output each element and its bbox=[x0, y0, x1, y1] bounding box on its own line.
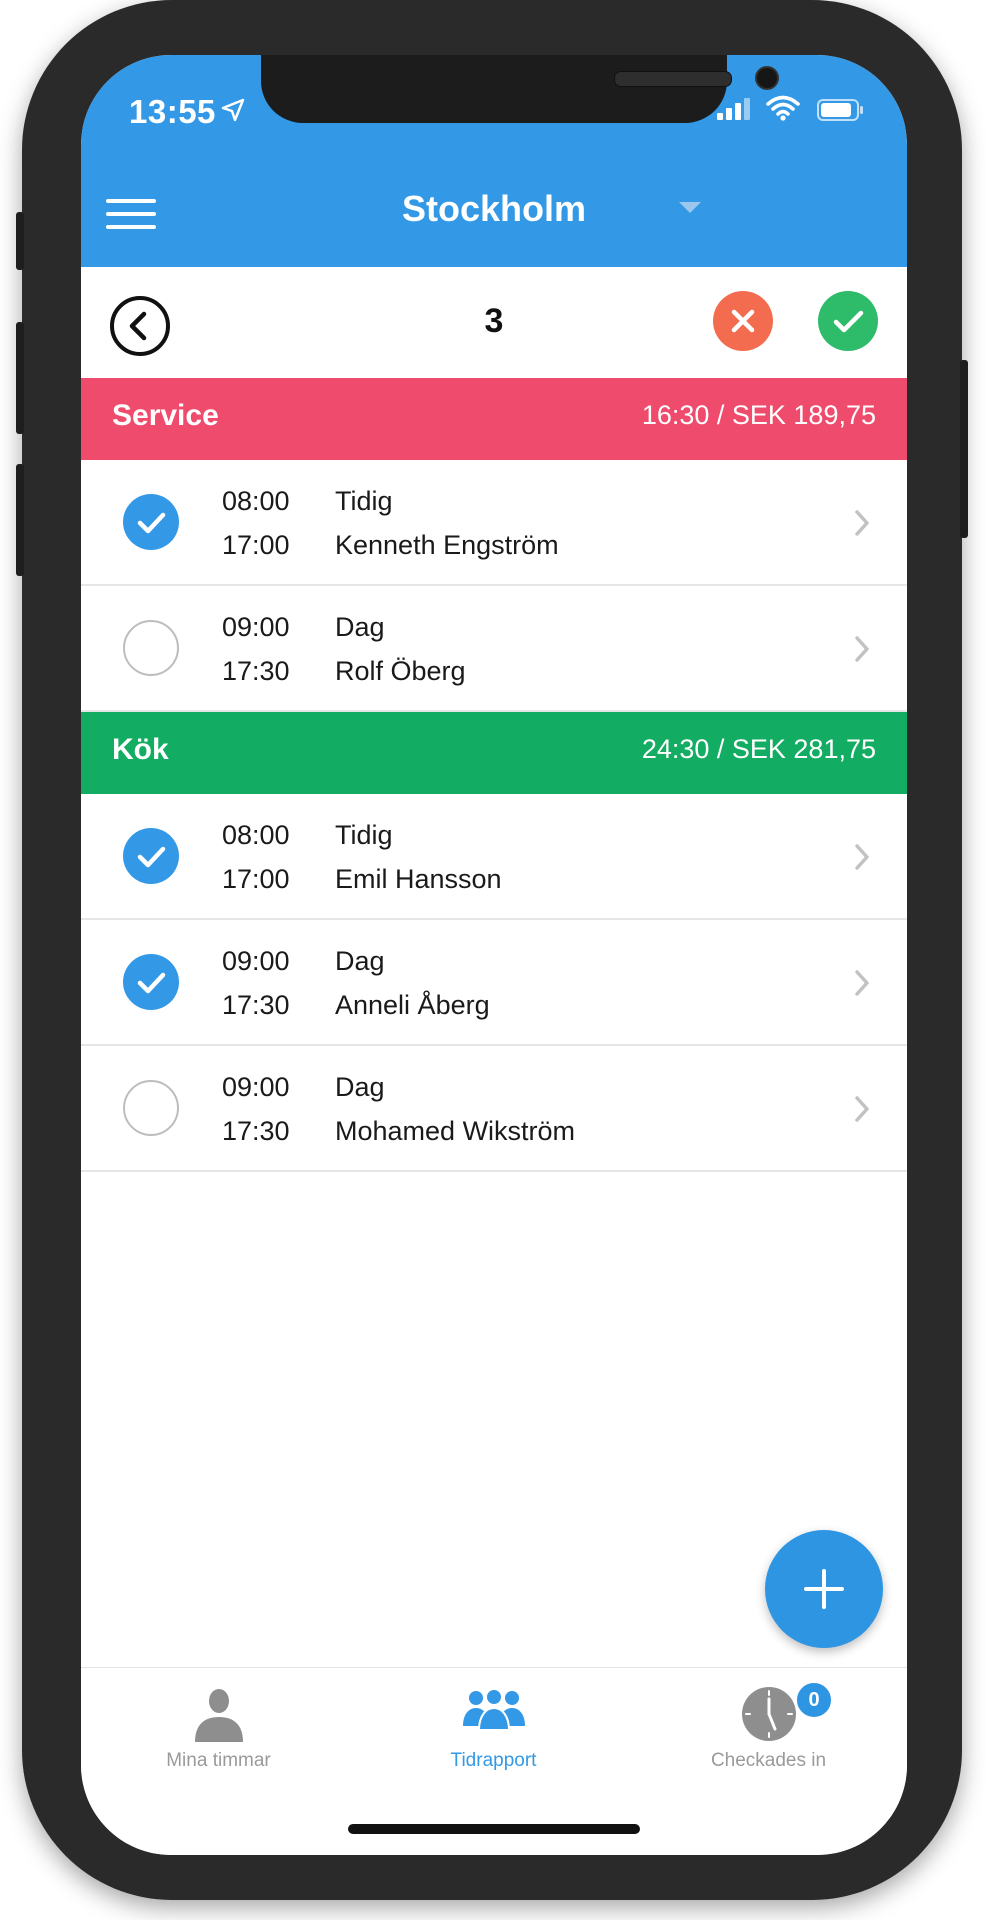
shift-type: Tidig bbox=[335, 820, 393, 850]
employee-name: Kenneth Engström bbox=[335, 530, 559, 560]
shift-type: Tidig bbox=[335, 486, 393, 516]
status-time: 13:55 bbox=[129, 93, 216, 130]
row-checkbox[interactable] bbox=[123, 620, 179, 676]
power-button bbox=[960, 360, 968, 538]
section-header-kok: Kök 24:30 / SEK 281,75 bbox=[81, 712, 907, 794]
section-total: 16:30 / SEK 189,75 bbox=[641, 400, 876, 430]
plus-icon bbox=[804, 1569, 844, 1609]
tab-label: Mina timmar bbox=[166, 1750, 271, 1771]
chevron-right-icon bbox=[855, 844, 869, 870]
shift-start-time: 09:00 bbox=[222, 946, 290, 976]
shift-end-time: 17:00 bbox=[222, 864, 290, 894]
wifi-icon bbox=[766, 95, 800, 121]
list-item[interactable]: 09:00 17:30 Dag Anneli Åberg bbox=[81, 920, 907, 1046]
camera-icon bbox=[755, 66, 779, 90]
add-button[interactable] bbox=[765, 1530, 883, 1648]
employee-name: Anneli Åberg bbox=[335, 990, 490, 1020]
chevron-right-icon bbox=[855, 1096, 869, 1122]
row-checkbox[interactable] bbox=[123, 494, 179, 550]
app-header: 13:55 Stockholm bbox=[81, 55, 907, 267]
tab-checkades-in[interactable]: 0 Checkades in bbox=[631, 1668, 906, 1788]
chevron-right-icon bbox=[855, 636, 869, 662]
silent-switch bbox=[16, 212, 24, 270]
volume-up-button bbox=[16, 322, 24, 434]
shift-start-time: 09:00 bbox=[222, 612, 290, 642]
shift-end-time: 17:30 bbox=[222, 1116, 290, 1146]
action-toolbar: 3 bbox=[81, 267, 907, 378]
shift-end-time: 17:30 bbox=[222, 656, 290, 686]
check-icon bbox=[137, 972, 166, 994]
clock-icon bbox=[741, 1687, 796, 1741]
check-icon bbox=[137, 512, 166, 534]
section-total: 24:30 / SEK 281,75 bbox=[641, 734, 876, 764]
check-icon bbox=[137, 846, 166, 868]
person-icon bbox=[194, 1689, 243, 1742]
page-title[interactable]: Stockholm bbox=[81, 188, 907, 230]
shift-start-time: 08:00 bbox=[222, 486, 290, 516]
volume-down-button bbox=[16, 464, 24, 576]
shift-start-time: 08:00 bbox=[222, 820, 290, 850]
employee-name: Emil Hansson bbox=[335, 864, 502, 894]
speaker-grille bbox=[614, 71, 732, 87]
shift-end-time: 17:30 bbox=[222, 990, 290, 1020]
section-name: Service bbox=[112, 399, 219, 432]
list-item[interactable]: 08:00 17:00 Tidig Kenneth Engström bbox=[81, 460, 907, 586]
row-checkbox[interactable] bbox=[123, 828, 179, 884]
tab-label: Tidrapport bbox=[450, 1750, 537, 1771]
list-item[interactable]: 08:00 17:00 Tidig Emil Hansson bbox=[81, 794, 907, 920]
notification-badge: 0 bbox=[794, 1680, 834, 1720]
app-screen: 13:55 Stockholm 3 Service 16:30 / SEK 18… bbox=[81, 55, 907, 1855]
list-item[interactable]: 09:00 17:30 Dag Rolf Öberg bbox=[81, 586, 907, 712]
reject-button[interactable] bbox=[713, 291, 773, 351]
tab-tidrapport[interactable]: Tidrapport bbox=[356, 1668, 631, 1788]
shift-type: Dag bbox=[335, 946, 385, 976]
row-checkbox[interactable] bbox=[123, 954, 179, 1010]
shift-type: Dag bbox=[335, 612, 385, 642]
close-icon bbox=[731, 309, 755, 333]
employee-name: Rolf Öberg bbox=[335, 656, 466, 686]
check-icon bbox=[833, 310, 864, 333]
section-header-service: Service 16:30 / SEK 189,75 bbox=[81, 378, 907, 460]
shift-type: Dag bbox=[335, 1072, 385, 1102]
section-name: Kök bbox=[112, 733, 169, 766]
tab-label: Checkades in bbox=[710, 1750, 827, 1771]
home-indicator bbox=[348, 1824, 640, 1834]
battery-icon bbox=[817, 99, 863, 121]
notch bbox=[261, 55, 779, 123]
chevron-right-icon bbox=[855, 970, 869, 996]
group-icon bbox=[462, 1688, 525, 1730]
selected-count: 3 bbox=[484, 302, 504, 340]
list-item[interactable]: 09:00 17:30 Dag Mohamed Wikström bbox=[81, 1046, 907, 1172]
approve-button[interactable] bbox=[818, 291, 878, 351]
employee-name: Mohamed Wikström bbox=[335, 1116, 576, 1146]
row-checkbox[interactable] bbox=[123, 1080, 179, 1136]
shift-start-time: 09:00 bbox=[222, 1072, 290, 1102]
chevron-right-icon bbox=[855, 510, 869, 536]
tab-mina-timmar[interactable]: Mina timmar bbox=[81, 1668, 356, 1788]
location-arrow-icon bbox=[221, 98, 245, 122]
chevron-down-icon[interactable] bbox=[679, 202, 701, 213]
shift-end-time: 17:00 bbox=[222, 530, 290, 560]
cellular-signal-icon bbox=[717, 98, 750, 120]
